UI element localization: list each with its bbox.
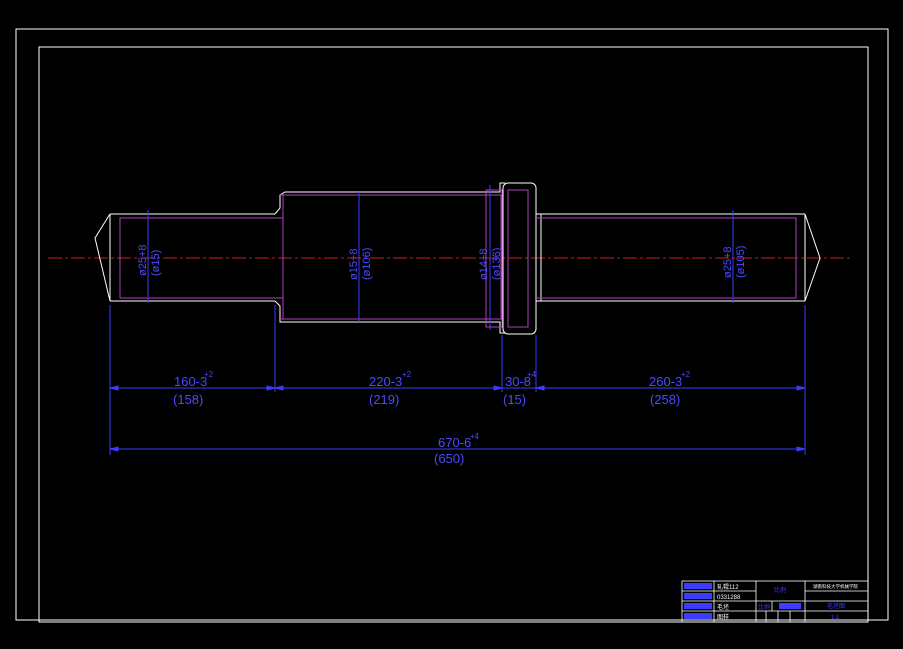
tb-r1c2: 轧辊112	[717, 583, 739, 591]
dia-right-label: ø25+8	[722, 247, 734, 279]
title-block-text: 轧辊112 0331288 毛坯 图样 比例 比例 湖南科技大学机械学院 毛坯图…	[717, 583, 858, 621]
total-ref: (650)	[434, 451, 464, 466]
len3-tol: +4	[527, 370, 537, 379]
len2-ref: (219)	[369, 392, 399, 407]
length-labels: 160-3 +2 (158) 220-3 +2 (219) 30-8 +4 (1…	[173, 370, 691, 466]
dia-mid-label: ø15+8	[348, 249, 360, 281]
total-label: 670-6	[438, 435, 471, 450]
len3-ref: (15)	[503, 392, 526, 407]
dimension-lines	[109, 185, 806, 455]
dia-left-label: ø25+8	[137, 245, 149, 277]
tb-mid-label: 比例	[758, 603, 770, 611]
diameter-labels: ø25+8 (ø15) ø15+8 (ø106) ø14+8 (ø136) ø2…	[137, 245, 747, 281]
tb-right-bot: 1:1	[831, 615, 840, 621]
dia-left-ref-label: (ø15)	[150, 250, 162, 276]
tb-right-top: 湖南科技大学机械学院	[813, 583, 858, 590]
dia-mid-ref-label: (ø106)	[361, 248, 373, 280]
inner-frame	[38, 46, 869, 623]
dia-right-ref-label: (ø105)	[735, 246, 747, 278]
tb-r2c2: 0331288	[717, 595, 741, 601]
len1-tol: +2	[204, 370, 214, 379]
len4-label: 260-3	[649, 374, 682, 389]
tb-mid-top: 比例	[774, 586, 786, 594]
drawing-canvas: ø25+8 (ø15) ø15+8 (ø106) ø14+8 (ø136) ø2…	[15, 28, 889, 623]
len1-ref: (158)	[173, 392, 203, 407]
tb-right-mid: 毛坯图	[827, 602, 845, 610]
len2-label: 220-3	[369, 374, 402, 389]
dia-flange-ref-label: (ø136)	[491, 248, 503, 280]
tb-r3c2: 毛坯	[717, 603, 729, 611]
len4-ref: (258)	[650, 392, 680, 407]
total-tol: +4	[470, 432, 480, 441]
len1-label: 160-3	[174, 374, 207, 389]
len4-tol: +2	[681, 370, 691, 379]
tb-r4c2: 图样	[717, 613, 729, 621]
len2-tol: +2	[402, 370, 412, 379]
dia-flange-label: ø14+8	[478, 249, 490, 281]
outer-frame	[15, 28, 889, 621]
